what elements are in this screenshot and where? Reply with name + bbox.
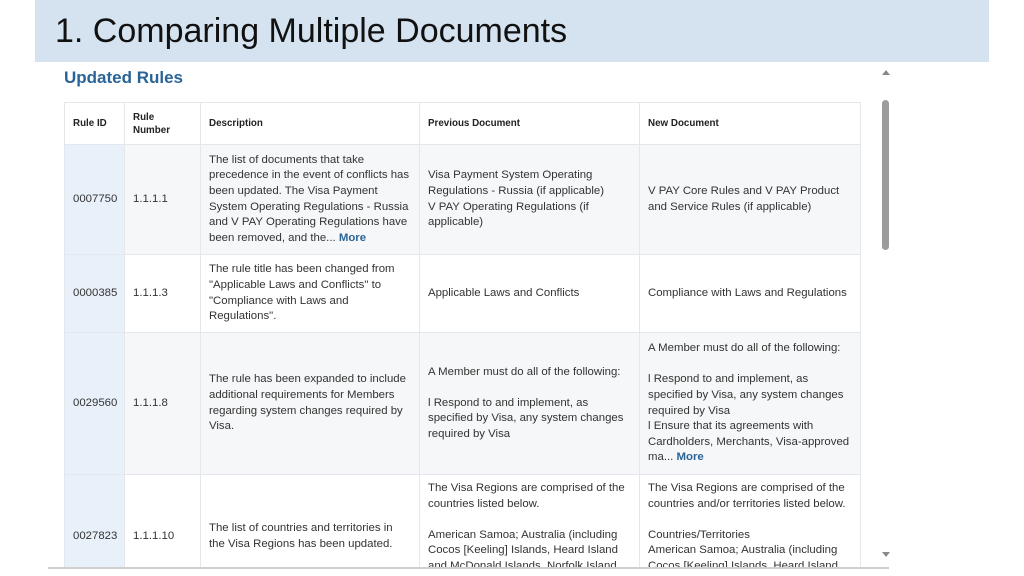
arrow-down-icon[interactable] <box>882 552 890 557</box>
new-text: l Respond to and implement, as specified… <box>648 373 844 417</box>
column-header-rule-number: Rule Number <box>124 102 201 145</box>
table-row: 0000385 1.1.1.3 The rule title has been … <box>64 254 861 333</box>
previous-text: A Member must do all of the following: <box>428 365 621 378</box>
new-text: American Samoa; Australia (including Coc… <box>648 544 838 568</box>
rule-number-cell: 1.1.1.8 <box>124 332 201 475</box>
column-header-new-document: New Document <box>639 102 861 145</box>
previous-text: V PAY Operating Regulations (if applicab… <box>428 200 589 229</box>
previous-text: Visa Payment System Operating Regulation… <box>428 169 605 197</box>
more-link[interactable]: More <box>339 232 366 244</box>
table-row: 0007750 1.1.1.1 The list of documents th… <box>64 144 861 255</box>
rule-id-cell: 0029560 <box>64 332 125 475</box>
rules-panel: Updated Rules Rule ID Rule Number Descri… <box>35 62 889 568</box>
new-text: Countries/Territories <box>648 528 750 541</box>
rule-id-cell: 0000385 <box>64 254 125 333</box>
rule-number-cell: 1.1.1.3 <box>124 254 201 333</box>
description-cell: The rule has been expanded to include ad… <box>200 332 420 475</box>
previous-text: American Samoa; Australia (including Coc… <box>428 528 618 568</box>
new-document-cell: V PAY Core Rules and V PAY Product and S… <box>639 144 861 255</box>
rule-id-cell: 0027823 <box>64 474 125 568</box>
table-row: 0029560 1.1.1.8 The rule has been expand… <box>64 332 861 475</box>
scrollbar-thumb[interactable] <box>882 100 889 250</box>
rule-number-cell: 1.1.1.1 <box>124 144 201 255</box>
rule-id-cell: 0007750 <box>64 144 125 255</box>
previous-document-cell: Visa Payment System Operating Regulation… <box>419 144 640 255</box>
new-text: l Ensure that its agreements with Cardho… <box>648 419 852 466</box>
new-document-cell: Compliance with Laws and Regulations <box>639 254 861 333</box>
more-link[interactable]: More <box>677 451 704 463</box>
rule-number-cell: 1.1.1.10 <box>124 474 201 568</box>
new-document-cell: A Member must do all of the following: l… <box>639 332 861 475</box>
table-header-row: Rule ID Rule Number Description Previous… <box>64 102 861 145</box>
new-text: A Member must do all of the following: <box>648 342 841 355</box>
rules-table: Rule ID Rule Number Description Previous… <box>64 102 861 568</box>
description-text: The list of documents that take preceden… <box>209 153 410 244</box>
column-header-description: Description <box>200 102 420 145</box>
column-header-previous-document: Previous Document <box>419 102 640 145</box>
arrow-up-icon[interactable] <box>882 70 890 75</box>
new-document-cell: The Visa Regions are comprised of the co… <box>639 474 861 568</box>
table-row: 0027823 1.1.1.10 The list of countries a… <box>64 474 861 568</box>
column-header-rule-id: Rule ID <box>64 102 125 145</box>
slide-title: 1. Comparing Multiple Documents <box>55 12 568 50</box>
description-cell: The list of documents that take preceden… <box>200 144 420 255</box>
slide-header: 1. Comparing Multiple Documents <box>35 0 989 62</box>
previous-document-cell: The Visa Regions are comprised of the co… <box>419 474 640 568</box>
bottom-divider <box>48 567 889 569</box>
new-text: The Visa Regions are comprised of the co… <box>648 482 846 510</box>
section-title: Updated Rules <box>64 68 184 87</box>
new-text: V PAY Core Rules and V PAY Product and S… <box>648 184 840 213</box>
previous-text: The Visa Regions are comprised of the co… <box>428 482 625 510</box>
description-cell: The rule title has been changed from "Ap… <box>200 254 420 333</box>
previous-text: l Respond to and implement, as specified… <box>428 396 624 440</box>
previous-document-cell: Applicable Laws and Conflicts <box>419 254 640 333</box>
description-cell: The list of countries and territories in… <box>200 474 420 568</box>
previous-document-cell: A Member must do all of the following: l… <box>419 332 640 475</box>
